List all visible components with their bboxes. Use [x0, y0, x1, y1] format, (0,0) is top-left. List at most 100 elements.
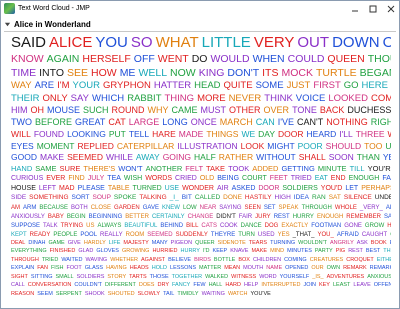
cloud-word[interactable]: moment [37, 141, 75, 151]
cloud-word[interactable]: while [388, 130, 391, 139]
cloud-word[interactable]: matter [199, 265, 221, 272]
cloud-word[interactable]: can't [297, 118, 323, 127]
cloud-word[interactable]: party [315, 248, 333, 255]
cloud-word[interactable]: being [217, 175, 239, 182]
cloud-word[interactable]: same [35, 164, 56, 173]
cloud-word[interactable]: dry [157, 282, 169, 289]
cloud-word[interactable]: soon [329, 153, 354, 162]
cloud-word[interactable]: came [172, 106, 198, 115]
cloud-word[interactable]: things [206, 130, 238, 139]
cloud-word[interactable]: are [35, 81, 55, 91]
cloud-word[interactable]: side [11, 194, 26, 202]
cloud-word[interactable]: use [165, 185, 179, 192]
cloud-word[interactable]: against [141, 257, 165, 264]
cloud-word[interactable]: turning [270, 240, 295, 247]
cloud-word[interactable]: waiting [202, 291, 225, 298]
cloud-word[interactable]: you've [251, 291, 271, 298]
cloud-word[interactable]: added [252, 164, 278, 173]
cloud-word[interactable]: anxious [367, 274, 391, 281]
title-bar[interactable]: Text Word Cloud - JMP [1, 1, 399, 16]
cloud-word[interactable]: king [199, 67, 225, 79]
cloud-word[interactable]: angrily [330, 240, 354, 247]
cloud-word[interactable]: cats [201, 223, 217, 229]
cloud-word[interactable]: birds [194, 257, 211, 264]
cloud-word[interactable]: went [158, 54, 189, 65]
cloud-word[interactable]: behind [160, 223, 183, 229]
cloud-word[interactable]: cat [108, 118, 125, 127]
cloud-word[interactable]: come [371, 93, 391, 104]
cloud-word[interactable]: their [11, 93, 40, 104]
cloud-word[interactable]: looking [67, 130, 106, 139]
cloud-word[interactable]: under [375, 194, 391, 202]
cloud-word[interactable]: than [357, 153, 380, 162]
cloud-word[interactable]: make [40, 153, 64, 162]
cloud-word[interactable]: hare [152, 130, 176, 139]
cloud-word[interactable]: really [100, 232, 123, 238]
cloud-word[interactable]: beginning [89, 214, 123, 220]
cloud-word[interactable]: witness [231, 274, 256, 281]
cloud-word[interactable]: best [366, 248, 380, 255]
cloud-word[interactable]: garden [114, 205, 140, 211]
cloud-word[interactable]: minute [318, 164, 347, 173]
cloud-word[interactable]: different [105, 282, 136, 289]
cloud-word[interactable]: alice's [386, 205, 391, 211]
cloud-word[interactable]: help [244, 282, 258, 289]
cloud-word[interactable]: why [148, 106, 169, 115]
cloud-word[interactable]: think [264, 93, 293, 104]
cloud-word[interactable]: done [223, 194, 242, 202]
cloud-word[interactable]: arm [23, 205, 36, 211]
cloud-word[interactable]: ready [30, 232, 51, 238]
cloud-word[interactable]: together [172, 274, 202, 281]
cloud-word[interactable]: keep [213, 248, 228, 255]
cloud-word[interactable]: pig [336, 248, 345, 255]
cloud-word[interactable]: offended [374, 282, 391, 289]
cloud-word[interactable]: hold [152, 265, 167, 272]
cloud-word[interactable]: here [362, 81, 388, 91]
cloud-word[interactable]: tried [42, 257, 59, 264]
cloud-word[interactable]: yet [383, 153, 391, 162]
cloud-word[interactable]: take [206, 164, 225, 173]
outline-box-header[interactable]: Alice in Wonderland [4, 18, 396, 30]
cloud-word[interactable]: poor [298, 141, 323, 151]
cloud-word[interactable]: reason [11, 291, 34, 298]
cloud-word[interactable]: thinking [383, 248, 391, 255]
cloud-word[interactable]: head [194, 81, 220, 91]
cloud-word[interactable]: waving [86, 257, 108, 264]
cloud-word[interactable]: our [311, 265, 323, 272]
cloud-word[interactable]: there's [83, 164, 115, 173]
cloud-word[interactable]: enough [317, 214, 343, 220]
cloud-word[interactable]: life [109, 240, 121, 247]
cloud-word[interactable]: talking [139, 194, 166, 202]
cloud-word[interactable]: long [162, 118, 188, 127]
cloud-word[interactable]: didn't [216, 214, 235, 220]
cloud-word[interactable]: duchess [347, 106, 391, 115]
cloud-word[interactable]: time [11, 67, 36, 79]
cloud-word[interactable]: kept [11, 232, 27, 238]
cloud-word[interactable]: back [320, 106, 345, 115]
cloud-word[interactable]: sure [60, 164, 81, 173]
cloud-word[interactable]: found [34, 130, 64, 139]
cloud-word[interactable]: through [302, 205, 332, 211]
cloud-word[interactable]: into [39, 67, 64, 79]
cloud-word[interactable]: hatter [154, 81, 191, 91]
cloud-word[interactable]: hand [11, 164, 32, 173]
cloud-word[interactable]: seen [245, 205, 261, 211]
cloud-word[interactable]: sort [72, 194, 90, 202]
cloud-word[interactable]: glad [78, 248, 93, 255]
cloud-word[interactable]: another [146, 164, 183, 173]
cloud-word[interactable]: footman [311, 223, 341, 229]
cloud-word[interactable]: opened [285, 265, 308, 272]
cloud-word[interactable]: pigeon [171, 240, 192, 247]
cloud-word[interactable]: few [193, 282, 205, 289]
cloud-word[interactable]: children [253, 257, 281, 264]
cloud-word[interactable]: explain [11, 265, 34, 272]
cloud-word[interactable]: oh [31, 106, 45, 115]
cloud-word[interactable]: could [288, 54, 325, 65]
cloud-word[interactable]: ran [312, 194, 326, 202]
cloud-word[interactable]: begin [67, 214, 86, 220]
cloud-word[interactable]: _very_ [360, 205, 383, 211]
cloud-word[interactable]: high [275, 194, 291, 202]
cloud-word[interactable]: join [303, 282, 316, 289]
cloud-word[interactable]: might [267, 141, 294, 151]
cloud-word[interactable]: change [188, 214, 214, 220]
